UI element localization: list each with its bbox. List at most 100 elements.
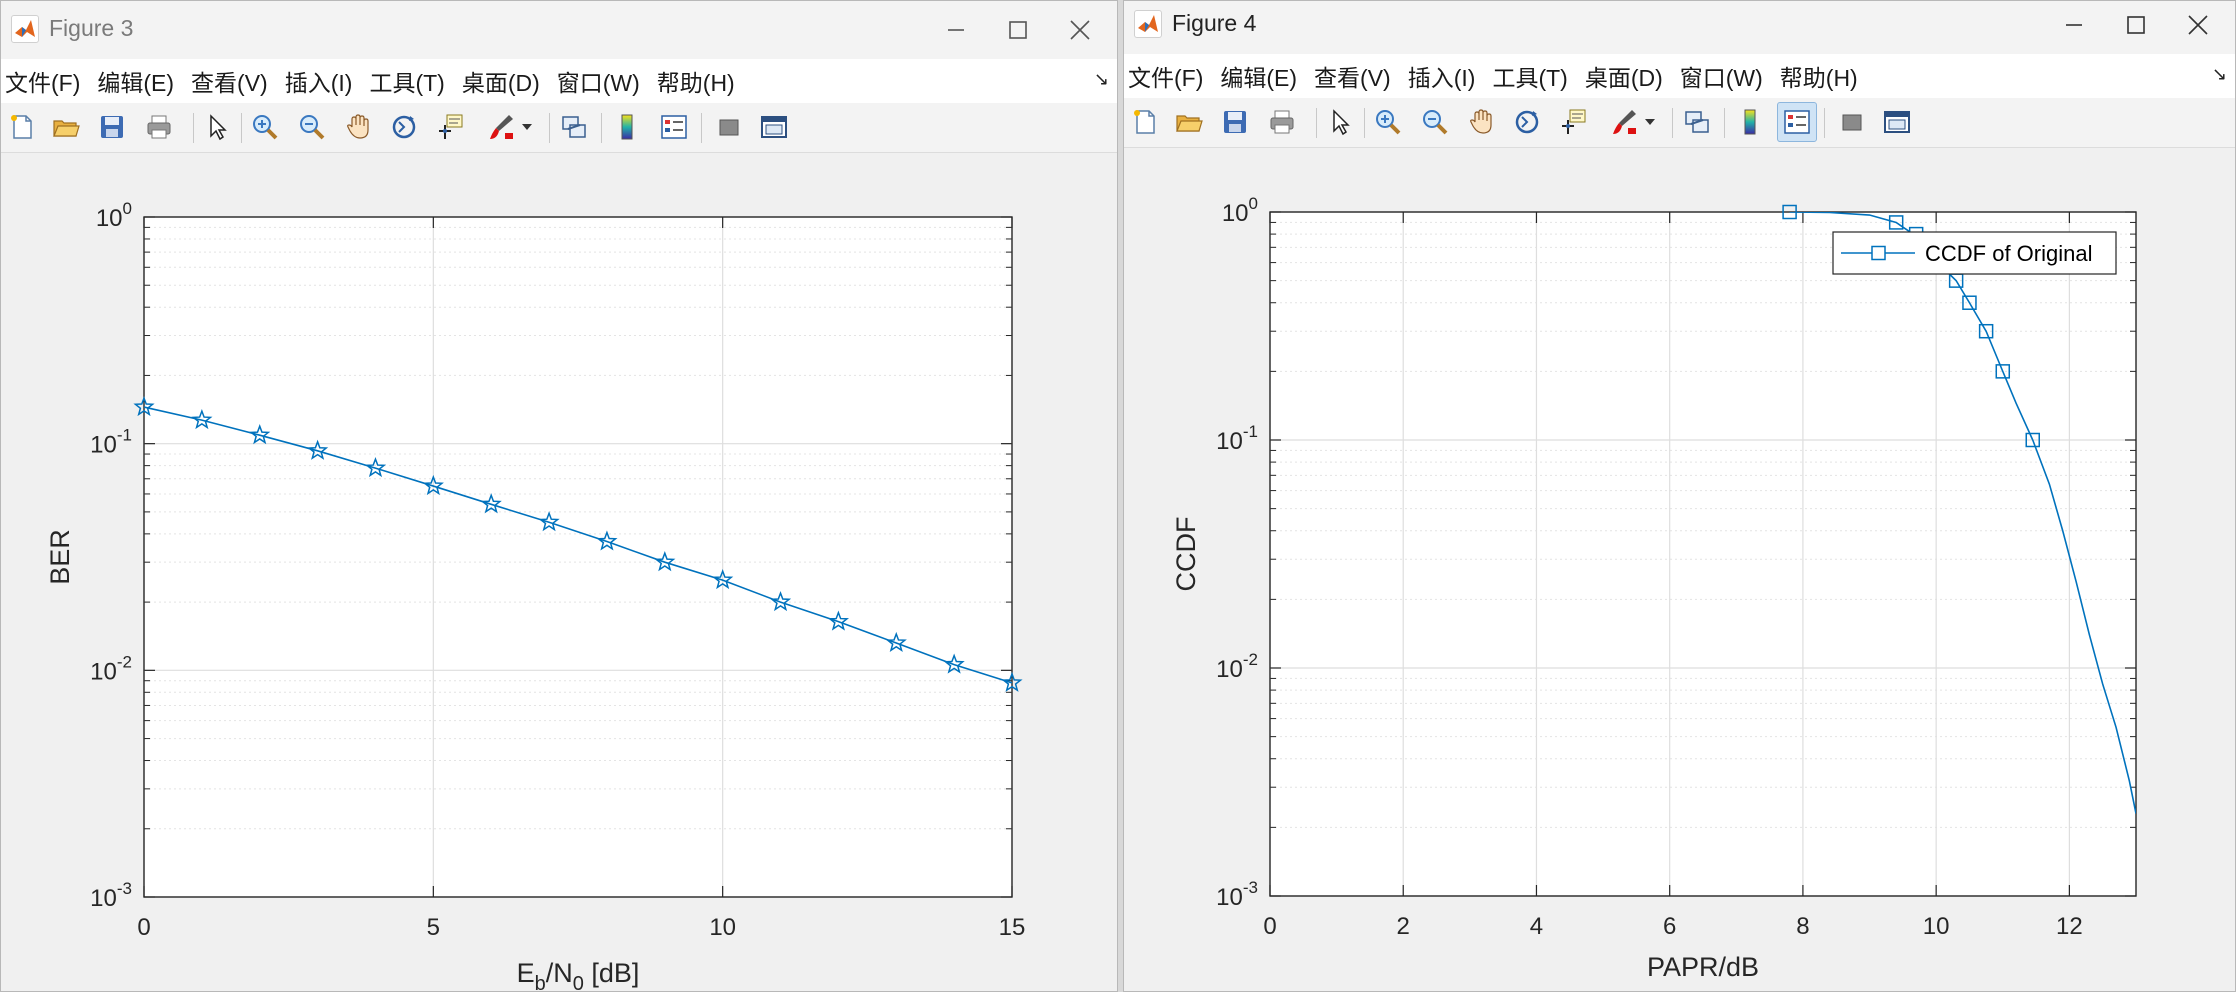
- ccdf-ytick-label: 100: [1222, 194, 1258, 227]
- menu-file[interactable]: 文件(F): [5, 64, 80, 98]
- ccdf-xtick-label: 10: [1923, 913, 1950, 940]
- close-button[interactable]: [2167, 4, 2229, 46]
- ccdf-ytick-label: 10-1: [1216, 422, 1258, 455]
- pan-hand-icon[interactable]: [1463, 104, 1499, 140]
- matlab-icon: [1134, 10, 1162, 38]
- brush-dropdown-icon[interactable]: [517, 109, 537, 145]
- brush-icon[interactable]: [483, 109, 519, 145]
- link-plot-icon[interactable]: [556, 109, 592, 145]
- ccdf-xtick-label: 6: [1663, 913, 1676, 940]
- show-plot-tools-icon[interactable]: [756, 109, 792, 145]
- menu-bar: 文件(F) 编辑(E) 查看(V) 插入(I) 工具(T) 桌面(D) 窗口(W…: [1124, 54, 2235, 98]
- menu-edit[interactable]: 编辑(E): [97, 64, 174, 98]
- ccdf-xtick-label: 4: [1530, 913, 1543, 940]
- hide-plot-tools-icon[interactable]: [711, 109, 747, 145]
- zoom-out-icon[interactable]: [1417, 104, 1453, 140]
- ber-xtick-label: 0: [137, 914, 150, 941]
- save-icon[interactable]: [1217, 104, 1253, 140]
- new-figure-icon[interactable]: [1127, 104, 1163, 140]
- figure-canvas: 10-3 10-2 10-1 100 0 5 10 15 BER Eb/N0 [dB]: [1, 153, 1117, 991]
- ber-ytick-label: 10-3: [90, 879, 132, 912]
- ber-xtick-label: 10: [709, 914, 736, 941]
- menu-help[interactable]: 帮助(H): [657, 64, 735, 98]
- minimize-button[interactable]: [2043, 4, 2105, 46]
- data-cursor-icon[interactable]: [1556, 104, 1592, 140]
- link-plot-icon[interactable]: [1679, 104, 1715, 140]
- menu-desktop[interactable]: 桌面(D): [462, 64, 540, 98]
- matlab-icon: [11, 15, 39, 43]
- menu-window[interactable]: 窗口(W): [1680, 59, 1763, 93]
- menu-insert[interactable]: 插入(I): [1408, 59, 1476, 93]
- ccdf-plot-area: [1270, 212, 2136, 896]
- open-file-icon[interactable]: [48, 109, 84, 145]
- toolbar: [1124, 98, 2235, 148]
- ber-ytick-label: 100: [96, 199, 132, 232]
- title-bar[interactable]: Figure 4: [1124, 1, 2235, 54]
- brush-icon[interactable]: [1606, 104, 1642, 140]
- save-icon[interactable]: [94, 109, 130, 145]
- rotate-3d-icon[interactable]: [1509, 104, 1545, 140]
- window-title: Figure 4: [1172, 10, 1257, 36]
- rotate-3d-icon[interactable]: [386, 109, 422, 145]
- menu-bar: 文件(F) 编辑(E) 查看(V) 插入(I) 工具(T) 桌面(D) 窗口(W…: [1, 59, 1117, 103]
- figure-3-window[interactable]: Figure 3 文件(F) 编辑(E) 查看(V) 插入(I) 工具(T) 桌…: [0, 0, 1118, 992]
- data-cursor-icon[interactable]: [433, 109, 469, 145]
- menu-window[interactable]: 窗口(W): [557, 64, 640, 98]
- colorbar-icon[interactable]: [609, 109, 645, 145]
- maximize-button[interactable]: [987, 9, 1049, 51]
- dock-arrow-icon[interactable]: ↘: [2212, 64, 2227, 85]
- legend-icon[interactable]: [1777, 102, 1817, 142]
- menu-edit[interactable]: 编辑(E): [1220, 59, 1297, 93]
- zoom-in-icon[interactable]: [1370, 104, 1406, 140]
- close-button[interactable]: [1049, 9, 1111, 51]
- ccdf-xlabel: PAPR/dB: [1647, 952, 1759, 982]
- legend-label: CCDF of Original: [1925, 241, 2092, 266]
- minimize-button[interactable]: [925, 9, 987, 51]
- select-arrow-icon[interactable]: [199, 109, 235, 145]
- ber-ytick-label: 10-1: [90, 426, 132, 459]
- select-arrow-icon[interactable]: [1322, 104, 1358, 140]
- zoom-in-icon[interactable]: [247, 109, 283, 145]
- maximize-button[interactable]: [2105, 4, 2167, 46]
- title-bar[interactable]: Figure 3: [1, 1, 1117, 59]
- menu-tools[interactable]: 工具(T): [369, 64, 444, 98]
- show-plot-tools-icon[interactable]: [1879, 104, 1915, 140]
- menu-file[interactable]: 文件(F): [1128, 59, 1203, 93]
- ccdf-ylabel: CCDF: [1171, 517, 1201, 592]
- ber-xlabel: Eb/N0 [dB]: [517, 958, 640, 992]
- window-title: Figure 3: [49, 15, 134, 41]
- hide-plot-tools-icon[interactable]: [1834, 104, 1870, 140]
- dock-arrow-icon[interactable]: ↘: [1094, 69, 1109, 90]
- legend-marker: [1871, 245, 1886, 261]
- menu-help[interactable]: 帮助(H): [1780, 59, 1858, 93]
- ber-xtick-label: 15: [999, 914, 1026, 941]
- figure-4-window[interactable]: Figure 4 文件(F) 编辑(E) 查看(V) 插入(I) 工具(T) 桌…: [1123, 0, 2236, 992]
- legend-icon[interactable]: [656, 109, 692, 145]
- print-icon[interactable]: [1264, 104, 1300, 140]
- ber-plot-area: [144, 217, 1012, 897]
- menu-tools[interactable]: 工具(T): [1492, 59, 1567, 93]
- pan-hand-icon[interactable]: [340, 109, 376, 145]
- ccdf-ytick-label: 10-3: [1216, 878, 1258, 911]
- menu-view[interactable]: 查看(V): [1314, 59, 1391, 93]
- menu-insert[interactable]: 插入(I): [285, 64, 353, 98]
- ber-plot[interactable]: 10-3 10-2 10-1 100 0 5 10 15 BER Eb/N0 [dB]: [1, 153, 1117, 992]
- ber-ylabel: BER: [45, 529, 75, 585]
- ber-ytick-label: 10-2: [90, 652, 132, 685]
- print-icon[interactable]: [141, 109, 177, 145]
- ccdf-xtick-label: 0: [1263, 913, 1276, 940]
- ccdf-xtick-label: 8: [1796, 913, 1809, 940]
- toolbar: [1, 103, 1117, 153]
- open-file-icon[interactable]: [1171, 104, 1207, 140]
- zoom-out-icon[interactable]: [294, 109, 330, 145]
- ber-xtick-label: 5: [427, 914, 440, 941]
- brush-dropdown-icon[interactable]: [1640, 104, 1660, 140]
- figure-canvas: 10-3 10-2 10-1 100 0 2 4 6 8 10 12 CCDF of Original…: [1124, 148, 2235, 991]
- ccdf-ytick-label: 10-2: [1216, 650, 1258, 683]
- menu-view[interactable]: 查看(V): [191, 64, 268, 98]
- ccdf-xtick-label: 2: [1397, 913, 1410, 940]
- ccdf-plot[interactable]: 10-3 10-2 10-1 100 0 2 4 6 8 10 12 CCDF of Original…: [1124, 148, 2235, 992]
- new-figure-icon[interactable]: [4, 109, 40, 145]
- menu-desktop[interactable]: 桌面(D): [1585, 59, 1663, 93]
- colorbar-icon[interactable]: [1732, 104, 1768, 140]
